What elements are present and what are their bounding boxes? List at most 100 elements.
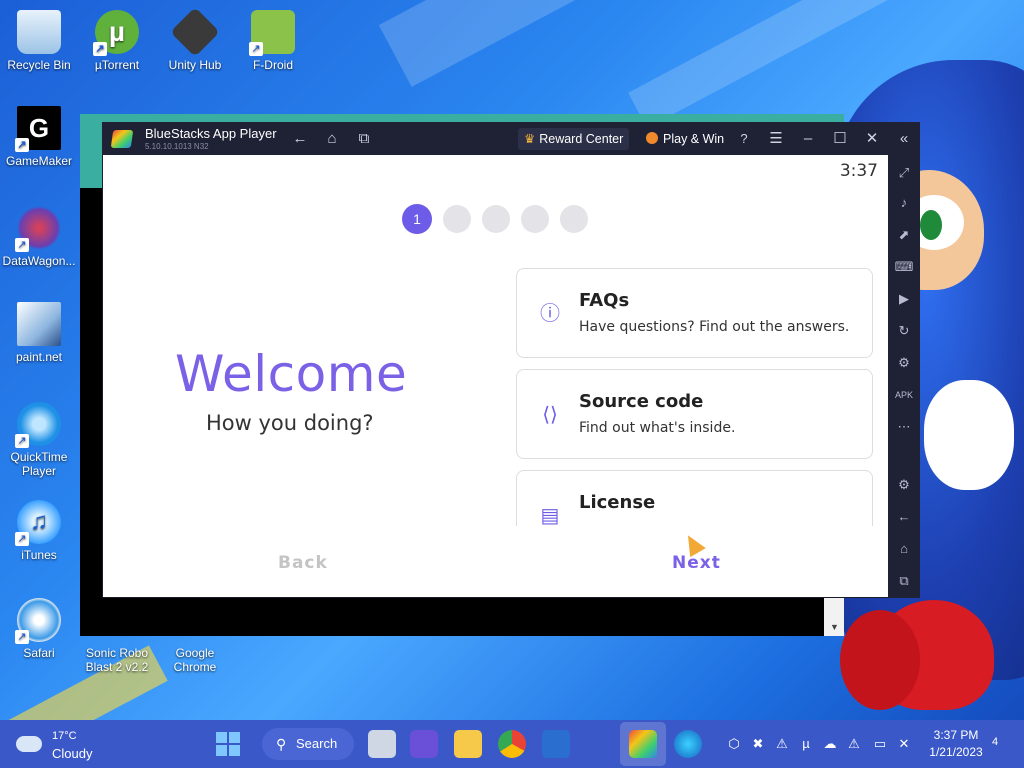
version-label: 5.10.10.1013 N32 <box>145 142 209 151</box>
document-icon: ▤ <box>540 505 560 526</box>
next-button[interactable]: Next <box>672 553 721 573</box>
tray-network-icon[interactable]: ✖ <box>750 736 766 752</box>
card-description: Find out what's inside. <box>579 420 736 436</box>
android-home-icon[interactable]: ⌂ <box>894 539 914 559</box>
crown-icon: ♛ <box>524 132 536 146</box>
chrome-icon[interactable] <box>498 730 526 758</box>
rotate-icon[interactable]: ↻ <box>894 321 914 341</box>
step-dot <box>482 205 510 233</box>
menu-icon[interactable]: ☰ <box>766 128 786 150</box>
reward-center-label: Reward Center <box>539 132 624 146</box>
step-dot <box>443 205 471 233</box>
android-back-icon[interactable]: ← <box>894 507 914 527</box>
taskbar-time[interactable]: 3:37 PM <box>928 728 984 742</box>
card-title: FAQs <box>579 290 630 311</box>
recycle-bin-icon <box>17 10 61 54</box>
desktop-icon-fdroid[interactable]: ↗ F-Droid <box>234 10 312 72</box>
tray-cloud-icon[interactable]: ☁ <box>822 736 838 752</box>
chevron-down-icon: ▼ <box>830 622 839 632</box>
close-icon[interactable]: ✕ <box>862 128 882 150</box>
maximize-icon[interactable]: ☐ <box>830 128 850 150</box>
desktop-icon-label: Safari <box>23 646 55 660</box>
minimize-icon[interactable]: – <box>798 128 818 150</box>
keyboard-icon[interactable]: ⌨ <box>894 257 914 277</box>
welcome-heading: Welcome <box>175 345 408 403</box>
scrollbar-down-button[interactable]: ▼ <box>824 598 844 636</box>
multi-instance-icon[interactable]: ⧉ <box>354 128 374 150</box>
weather-temperature: 17°C <box>52 730 77 742</box>
bluestacks-window: BlueStacks App Player 5.10.10.1013 N32 ←… <box>102 122 920 598</box>
shortcut-arrow-icon: ↗ <box>15 138 29 152</box>
desktop-icon-label: paint.net <box>15 350 63 364</box>
shortcut-arrow-icon: ↗ <box>15 238 29 252</box>
taskbar-search[interactable]: ⚲ Search <box>262 728 354 760</box>
desktop-icon-google-chrome[interactable]: Google Chrome <box>156 646 234 674</box>
source-code-card[interactable]: ⟨⟩ Source code Find out what's inside. <box>516 369 873 459</box>
desktop-icon-label: Recycle Bin <box>7 58 71 72</box>
datawagon-icon: ↗ <box>15 206 61 252</box>
settings-gear-icon[interactable]: ⚙ <box>894 475 914 495</box>
desktop-icon-datawagon[interactable]: ↗ DataWagon... <box>0 206 78 268</box>
license-card[interactable]: ▤ License <box>516 470 873 526</box>
gamepad-icon[interactable]: ⚙ <box>894 353 914 373</box>
welcome-subtitle: How you doing? <box>206 411 374 435</box>
status-clock: 3:37 <box>839 161 878 181</box>
notification-count[interactable]: 4 <box>992 736 998 748</box>
tray-app-icon[interactable]: ⚠ <box>774 736 790 752</box>
collapse-sidebar-icon[interactable]: « <box>894 128 914 150</box>
tray-display-icon[interactable]: ▭ <box>872 736 888 752</box>
tray-utorrent-icon[interactable]: µ <box>798 736 814 752</box>
desktop-icon-quicktime[interactable]: ↗ QuickTime Player <box>0 402 78 478</box>
step-dot <box>560 205 588 233</box>
reward-center-button[interactable]: ♛ Reward Center <box>518 128 630 150</box>
help-icon[interactable]: ? <box>734 128 754 150</box>
tray-app-icon[interactable]: ⬡ <box>726 736 742 752</box>
play-win-button[interactable]: Play & Win <box>642 128 728 150</box>
microsoft-store-icon[interactable] <box>542 730 570 758</box>
search-label: Search <box>296 736 338 751</box>
home-icon[interactable]: ⌂ <box>322 128 342 150</box>
file-explorer-icon[interactable] <box>454 730 482 758</box>
desktop-icon-gamemaker[interactable]: G ↗ GameMaker <box>0 106 78 168</box>
card-title: License <box>579 492 656 513</box>
utorrent-icon: µ ↗ <box>93 10 139 56</box>
windows-logo-pane <box>229 745 240 756</box>
cloud-icon <box>16 736 42 752</box>
macro-play-icon[interactable]: ▶ <box>894 289 914 309</box>
more-options-icon[interactable]: ⋯ <box>894 417 914 437</box>
desktop-icon-recycle-bin[interactable]: Recycle Bin <box>0 10 78 72</box>
apk-install-icon[interactable]: APK <box>894 385 914 405</box>
fullscreen-icon[interactable]: ⤢ <box>894 163 914 183</box>
desktop-icon-unity-hub[interactable]: Unity Hub <box>156 7 234 72</box>
wallpaper-stripe <box>378 0 642 87</box>
shortcut-arrow-icon: ↗ <box>15 434 29 448</box>
shortcut-arrow-icon: ↗ <box>249 42 263 56</box>
volume-icon[interactable]: ♪ <box>894 193 914 213</box>
bluestacks-taskbar-icon[interactable] <box>629 730 657 758</box>
back-arrow-icon[interactable]: ← <box>290 128 310 150</box>
start-button[interactable] <box>216 732 240 756</box>
desktop-icon-safari[interactable]: ↗ Safari <box>0 598 78 660</box>
unity-hub-icon <box>170 7 220 57</box>
taskbar-date[interactable]: 1/21/2023 <box>924 745 988 759</box>
tray-volume-muted-icon[interactable]: ✕ <box>896 736 912 752</box>
question-circle-icon: ⓘ <box>540 303 560 325</box>
desktop-icon-paint-net[interactable]: paint.net <box>0 302 78 364</box>
paint-net-icon <box>17 302 61 346</box>
sonic-pupil <box>920 210 942 240</box>
desktop-icon-itunes[interactable]: ♫ ↗ iTunes <box>0 500 78 562</box>
task-view-icon[interactable] <box>368 730 396 758</box>
weather-condition: Cloudy <box>52 746 93 761</box>
desktop-icon-sonic-robo-blast[interactable]: Sonic Robo Blast 2 v2.2 <box>78 646 156 674</box>
license-card-clip: ▤ License <box>516 468 876 526</box>
teams-chat-icon[interactable] <box>410 730 438 758</box>
edge-icon[interactable] <box>674 730 702 758</box>
faqs-card[interactable]: ⓘ FAQs Have questions? Find out the answ… <box>516 268 873 358</box>
desktop-icon-label: GameMaker <box>5 154 73 168</box>
back-button[interactable]: Back <box>278 553 328 573</box>
desktop-icon-label: iTunes <box>21 548 57 562</box>
android-recents-icon[interactable]: ⧉ <box>894 571 914 591</box>
tray-warning-icon[interactable]: ⚠ <box>846 736 862 752</box>
pointer-icon[interactable]: ⬈ <box>894 225 914 245</box>
desktop-icon-utorrent[interactable]: µ ↗ µTorrent <box>78 10 156 72</box>
